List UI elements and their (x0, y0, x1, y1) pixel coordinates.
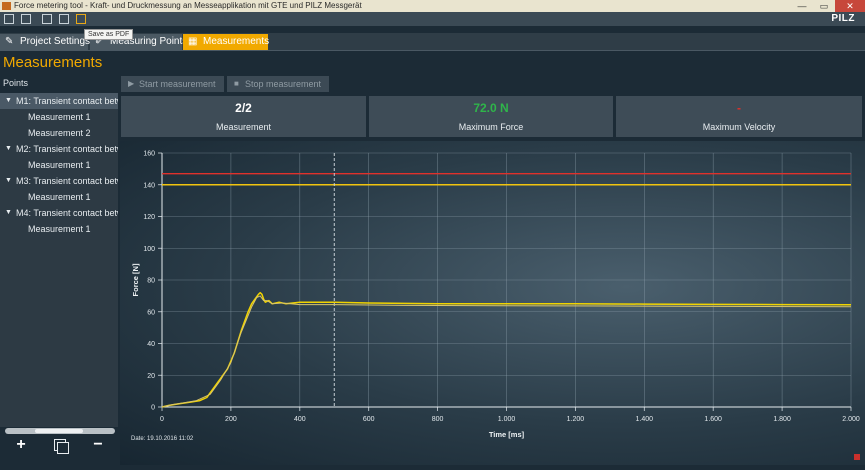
points-tree: ▼ M1: Transient contact betw Measurement … (0, 93, 118, 427)
status-indicator (854, 454, 860, 460)
minimize-button[interactable]: — (791, 0, 813, 12)
stop-measurement-label: Stop measurement (245, 79, 322, 89)
y-axis-label: Force [N] (131, 263, 140, 296)
card-value: 72.0 N (473, 101, 509, 115)
y-tick-label: 100 (143, 246, 155, 253)
card-value: 2/2 (235, 101, 252, 115)
tree-item-label: M4: Transient contact betw (16, 208, 118, 218)
duplicate-icon[interactable] (54, 439, 69, 454)
tree-item-m1-measurement-1[interactable]: Measurement 1 (0, 109, 118, 125)
chevron-down-icon[interactable]: ▼ (5, 205, 12, 221)
tree-item-label: M1: Transient contact betw (16, 96, 118, 106)
remove-point-button[interactable]: − (89, 436, 107, 454)
pilz-logo: PILZ (831, 13, 855, 24)
x-tick-label: 1.200 (567, 416, 585, 423)
measurement-date: Date: 19.10.2016 11:02 (131, 436, 194, 442)
play-icon: ▶ (128, 79, 135, 88)
chevron-down-icon[interactable]: ▼ (5, 93, 12, 109)
card-value: - (737, 101, 741, 115)
card-label: Measurement (215, 122, 272, 132)
maximize-button[interactable]: ▭ (813, 0, 835, 12)
y-tick-label: 20 (147, 373, 155, 380)
tree-item-m3-measurement-1[interactable]: Measurement 1 (0, 189, 118, 205)
page-title: Measurements (3, 54, 103, 71)
stop-icon: ■ (234, 79, 239, 88)
maximum-velocity-card: - Maximum Velocity (616, 96, 862, 137)
tree-item-label: M3: Transient contact betw (16, 176, 118, 186)
x-tick-label: 0 (160, 416, 164, 423)
save-as-icon[interactable] (59, 14, 69, 24)
chart-panel: 0 200 400 600 800 1.000 1.200 1.400 1.600 1.800 2.… (120, 141, 865, 465)
y-tick-label: 120 (143, 214, 155, 221)
y-tick-label: 0 (151, 405, 155, 412)
tab-measurements[interactable]: ▦ Measurements (183, 34, 270, 50)
chevron-down-icon[interactable]: ▼ (5, 173, 12, 189)
x-tick-label: 1.800 (773, 416, 791, 423)
stop-measurement-button[interactable]: ■ Stop measurement (227, 76, 329, 92)
y-tick-label: 40 (147, 341, 155, 348)
maximum-force-card: 72.0 N Maximum Force (369, 96, 613, 137)
x-tick-label: 800 (432, 416, 444, 423)
x-axis-label: Time [ms] (489, 430, 525, 439)
x-tick-label: 1.600 (704, 416, 722, 423)
window-title: Force metering tool - Kraft- und Druckme… (14, 1, 362, 10)
start-measurement-button[interactable]: ▶ Start measurement (121, 76, 224, 92)
x-tick-label: 1.000 (498, 416, 516, 423)
tree-item-m4[interactable]: ▼ M4: Transient contact betw (0, 205, 118, 221)
tab-label: Project Settings (20, 36, 91, 47)
tree-item-m1-measurement-2[interactable]: Measurement 2 (0, 125, 118, 141)
save-pdf-icon[interactable] (76, 14, 86, 24)
y-tick-label: 80 (147, 278, 155, 285)
close-button[interactable]: ✕ (835, 0, 865, 12)
toolbar: PILZ (0, 12, 865, 26)
scrollbar-thumb[interactable] (35, 429, 83, 433)
tab-label: Measurements (203, 36, 270, 47)
points-label: Points (3, 78, 29, 88)
window-controls: — ▭ ✕ (791, 0, 865, 12)
app-icon (2, 2, 11, 10)
chevron-down-icon[interactable]: ▼ (5, 141, 12, 157)
card-label: Maximum Velocity (702, 122, 776, 132)
y-tick-label: 140 (143, 182, 155, 189)
tree-scrollbar[interactable] (5, 428, 115, 434)
x-tick-label: 2.000 (842, 416, 860, 423)
tree-item-m3[interactable]: ▼ M3: Transient contact betw (0, 173, 118, 189)
title-bar: Force metering tool - Kraft- und Druckme… (0, 0, 865, 12)
y-tick-label: 60 (147, 309, 155, 316)
tree-item-m2[interactable]: ▼ M2: Transient contact betw (0, 141, 118, 157)
x-tick-label: 600 (363, 416, 375, 423)
tree-item-m1[interactable]: ▼ M1: Transient contact betw (0, 93, 118, 109)
save-pdf-tooltip: Save as PDF (84, 29, 134, 40)
add-point-button[interactable]: + (12, 436, 30, 454)
x-tick-label: 400 (294, 416, 306, 423)
tree-item-m4-measurement-1[interactable]: Measurement 1 (0, 221, 118, 237)
open-folder-icon[interactable] (21, 14, 31, 24)
chart-icon: ▦ (188, 36, 198, 47)
start-measurement-label: Start measurement (139, 79, 216, 89)
new-file-icon[interactable] (4, 14, 14, 24)
y-tick-label: 160 (143, 151, 155, 158)
measurement-count-card: 2/2 Measurement (121, 96, 366, 137)
x-tick-label: 200 (225, 416, 237, 423)
card-label: Maximum Force (458, 122, 524, 132)
force-time-chart: 0 200 400 600 800 1.000 1.200 1.400 1.600 1.800 2.… (131, 151, 860, 440)
pencil-icon: ✎ (5, 36, 14, 47)
tree-item-label: M2: Transient contact betw (16, 144, 118, 154)
tab-project-settings[interactable]: ✎ Project Settings (0, 34, 91, 50)
x-tick-label: 1.400 (636, 416, 654, 423)
save-icon[interactable] (42, 14, 52, 24)
tree-item-m2-measurement-1[interactable]: Measurement 1 (0, 157, 118, 173)
